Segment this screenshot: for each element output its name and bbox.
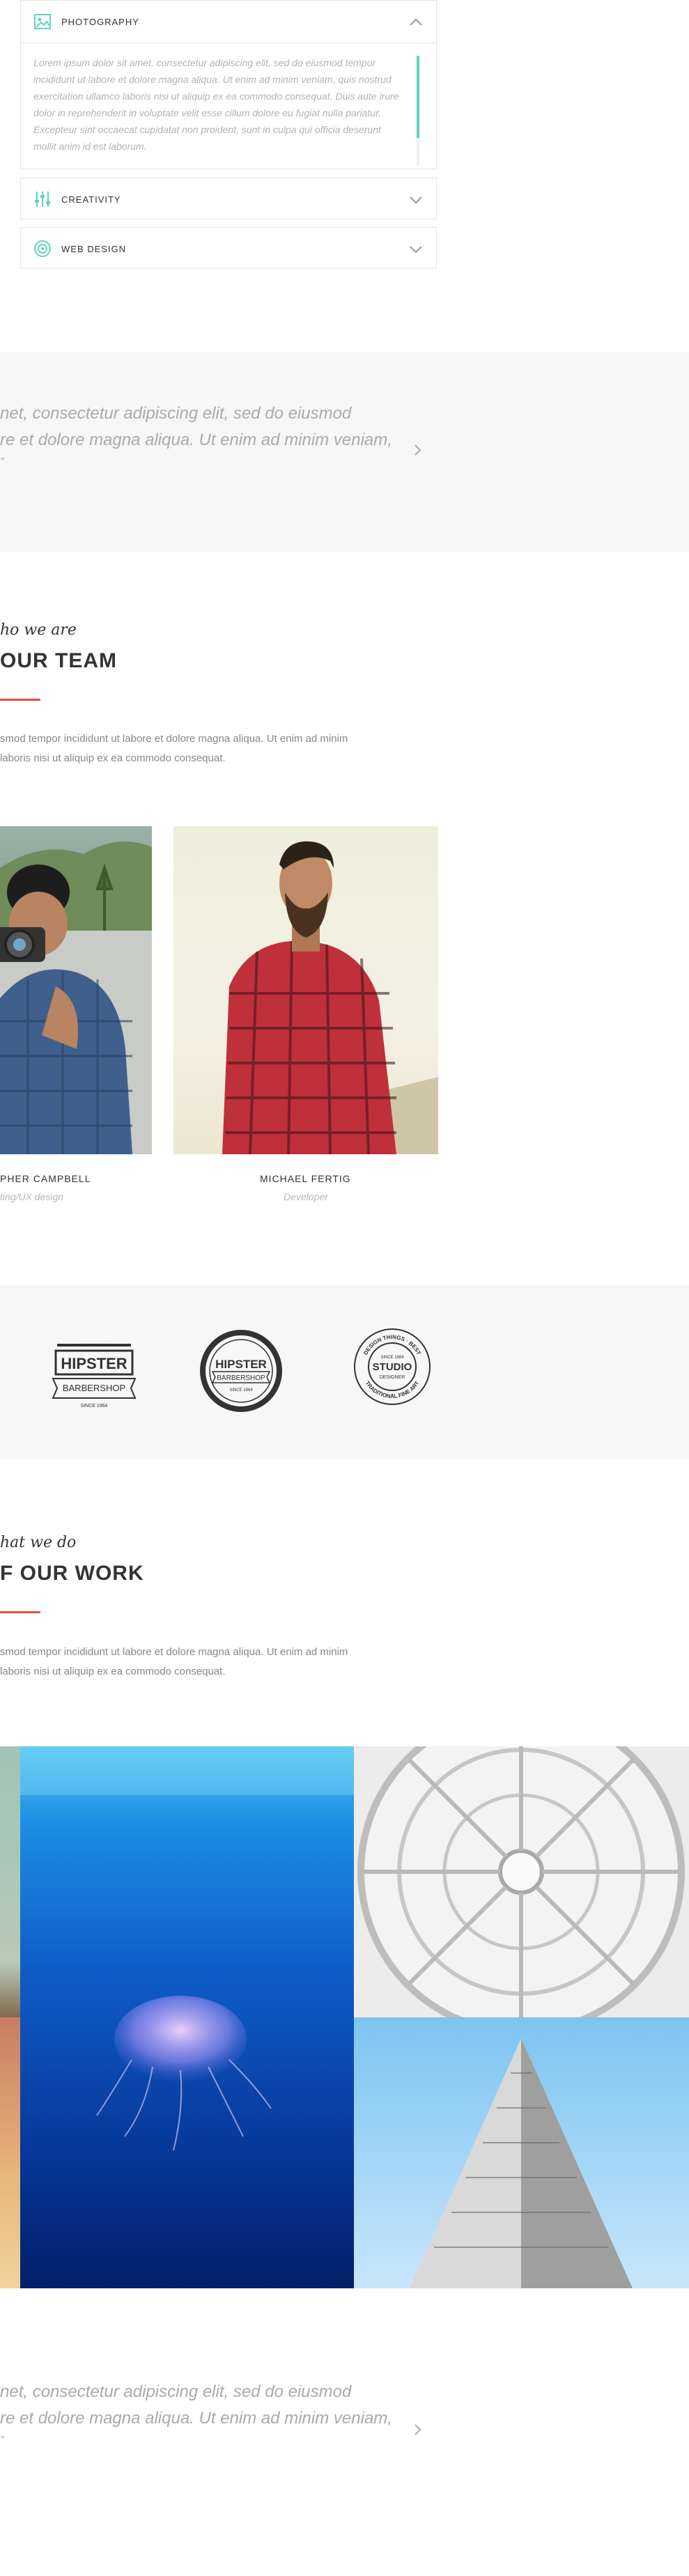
accordion-text-line: incididunt ut labore et dolore magna ali…: [33, 74, 392, 85]
target-icon: [32, 238, 53, 259]
heading-divider: [0, 1611, 40, 1613]
next-arrow-icon[interactable]: [410, 2422, 425, 2437]
testimonial-line: re et dolore magna aliqua. Ut enim ad mi…: [0, 2409, 392, 2428]
testimonial-line: re et dolore magna aliqua. Ut enim ad mi…: [0, 430, 392, 449]
team-member-photo: [0, 826, 152, 1154]
sliders-icon: [32, 189, 53, 210]
hipster-barbershop-badge-icon: ★★★★★★★★★★ HIPSTER BARBERSHOP SINCE 1964: [52, 1343, 137, 1409]
heading-divider: [0, 699, 40, 701]
logo-text: HIPSTER: [61, 1355, 127, 1372]
portfolio-item-tower[interactable]: [354, 2017, 689, 2288]
scrollbar-thumb[interactable]: [417, 56, 419, 138]
tower-illustration: [410, 2038, 633, 2288]
logo-text: BARBERSHOP: [63, 1383, 125, 1393]
accordion-text-line: mollit anim id est laborum.: [33, 141, 147, 152]
accordion-item-creativity: CREATIVITY: [20, 178, 437, 219]
logo-text: SINCE 1984: [380, 1356, 404, 1360]
accordion-text-line: Excepteur sint occaecat cupidatat non pr…: [33, 124, 381, 135]
accordion-text-line: exercitation ullamco laboris nisi ut ali…: [33, 91, 399, 102]
accordion-text-line: Lorem ipsum dolor sit amet, consectetur …: [33, 57, 376, 68]
svg-text:★★★★★★★★★★: ★★★★★★★★★★: [75, 1343, 113, 1348]
section-lead-line: smod tempor incididunt ut labore et dolo…: [0, 1646, 348, 1658]
section-kicker: hat we do: [0, 1534, 77, 1551]
section-lead-line: smod tempor incididunt ut labore et dolo…: [0, 733, 348, 745]
logo-text: HIPSTER: [215, 1358, 267, 1371]
portfolio-item-jellyfish[interactable]: [20, 1746, 354, 2288]
portfolio-item-dome[interactable]: [354, 1746, 689, 2017]
client-logos-band: ★★★★★★★★★★ HIPSTER BARBERSHOP SINCE 1964…: [0, 1285, 689, 1459]
jellyfish-illustration: [20, 1746, 354, 2151]
logo-text: DESIGN THINGS · BEST: [362, 1334, 422, 1356]
team-member-name: MICHAEL FERTIG: [260, 1173, 351, 1184]
image-icon: [32, 11, 53, 32]
portfolio-item[interactable]: [0, 2017, 20, 2288]
studio-designer-seal-icon: DESIGN THINGS · BEST TRADITIONAL FINE AR…: [354, 1328, 431, 1405]
accordion-header-creativity[interactable]: CREATIVITY: [21, 178, 436, 220]
testimonial-band: net, consectetur adipiscing elit, sed do…: [0, 352, 689, 552]
accordion-text-line: dolor in reprehenderit in voluptate veli…: [33, 107, 382, 118]
logo-text: SINCE 1964: [81, 1404, 108, 1409]
portfolio-item[interactable]: [0, 1746, 20, 2017]
testimonial-line: ”: [0, 456, 4, 468]
section-lead-line: laboris nisi ut aliquip ex ea commodo co…: [0, 752, 226, 764]
photographer-illustration: [0, 841, 152, 1154]
section-kicker: ho we are: [0, 621, 77, 639]
team-member-photo: [173, 826, 438, 1154]
chevron-up-icon[interactable]: [408, 15, 424, 30]
accordion-item-web-design: WEB DESIGN: [20, 227, 437, 269]
accordion-title: WEB DESIGN: [61, 243, 127, 254]
team-member-role: ting/UX design: [0, 1191, 64, 1202]
next-arrow-icon[interactable]: [410, 442, 425, 458]
section-heading: OUR TEAM: [0, 649, 117, 672]
accordion-body: Lorem ipsum dolor sit amet, consectetur …: [21, 42, 436, 166]
section-heading: F OUR WORK: [0, 1562, 144, 1585]
logo-text: SINCE 1964: [229, 1388, 253, 1392]
testimonial-line: ”: [0, 2435, 4, 2446]
accordion-header-web-design[interactable]: WEB DESIGN: [21, 228, 436, 270]
testimonial-line: net, consectetur adipiscing elit, sed do…: [0, 404, 352, 423]
logo-text: STUDIO: [373, 1361, 412, 1373]
logo-text: DESIGNER: [380, 1375, 405, 1380]
team-member-role: Developer: [284, 1191, 328, 1202]
chevron-down-icon[interactable]: [408, 242, 424, 257]
chevron-down-icon[interactable]: [408, 192, 424, 208]
developer-illustration: [222, 841, 438, 1154]
accordion-item-photography: PHOTOGRAPHY Lorem ipsum dolor sit amet, …: [20, 0, 437, 169]
accordion-title: PHOTOGRAPHY: [61, 16, 139, 27]
section-lead-line: laboris nisi ut aliquip ex ea commodo co…: [0, 1666, 226, 1677]
accordion-title: CREATIVITY: [61, 194, 121, 205]
logo-text: BARBERSHOP: [217, 1374, 265, 1382]
team-member-name: PHER CAMPBELL: [0, 1173, 91, 1184]
accordion-header-photography[interactable]: PHOTOGRAPHY: [21, 1, 436, 42]
hipster-barbershop-round-icon: HIPSTER BARBERSHOP SINCE 1964: [200, 1330, 282, 1412]
dome-illustration: [357, 1746, 685, 2017]
testimonial-line: net, consectetur adipiscing elit, sed do…: [0, 2382, 352, 2401]
